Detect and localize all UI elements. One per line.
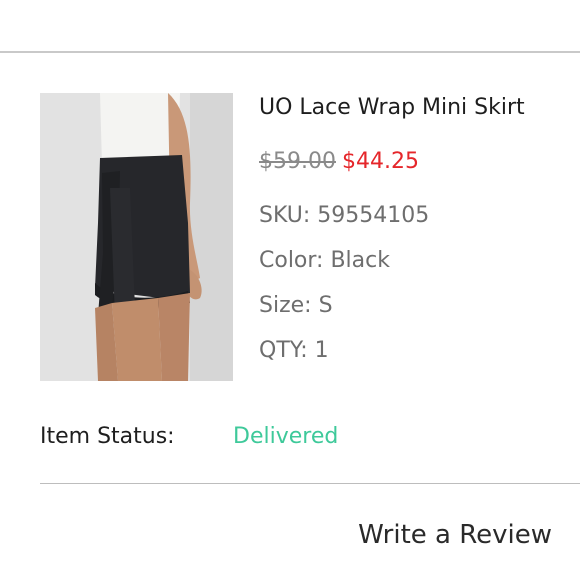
quantity-text: QTY: 1 (259, 338, 329, 363)
write-review-button[interactable]: Write a Review (358, 520, 552, 550)
product-title: UO Lace Wrap Mini Skirt (259, 95, 525, 120)
color-text: Color: Black (259, 248, 390, 273)
size-text: Size: S (259, 293, 333, 318)
sale-price: $44.25 (341, 149, 419, 174)
bottom-divider (40, 483, 580, 484)
item-status-label: Item Status: (40, 424, 175, 449)
price-row: $59.00 $44.25 (259, 149, 419, 174)
original-price: $59.00 (259, 149, 336, 174)
item-status-value: Delivered (233, 424, 339, 449)
sku-text: SKU: 59554105 (259, 203, 430, 228)
product-image[interactable] (40, 93, 233, 381)
top-divider (0, 51, 580, 53)
